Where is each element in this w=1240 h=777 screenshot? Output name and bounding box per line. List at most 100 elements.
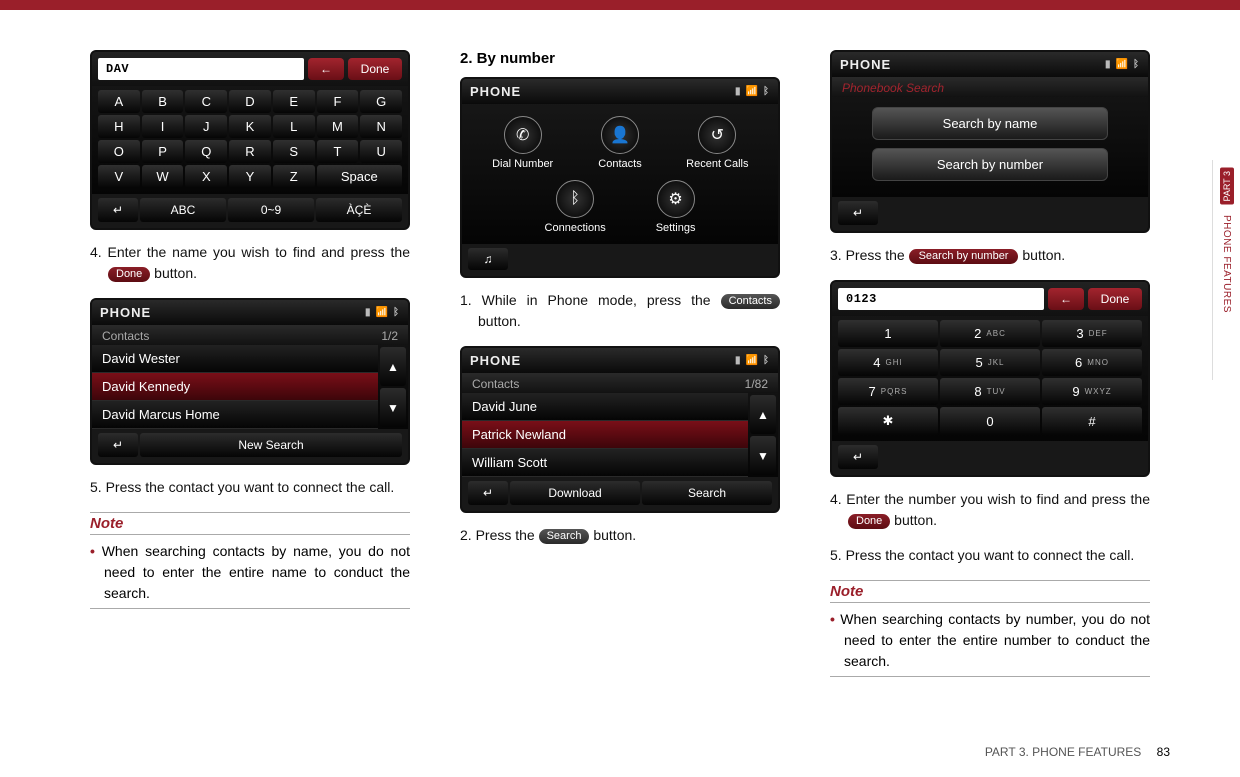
numkey-2[interactable]: 2ABC [940,320,1040,347]
key-w[interactable]: W [142,165,184,188]
key-b[interactable]: B [142,90,184,113]
contacts-subtitle: Contacts [102,329,149,343]
contacts-list-screenshot: PHONE ▮📶ᛒ Contacts 1/82 David JunePatric… [460,346,780,513]
side-tab-part: PART 3 [1220,168,1234,205]
numkey-3[interactable]: 3DEF [1042,320,1142,347]
instruction-step3: 3. Press the Search by number button. [830,245,1150,266]
numkey-5[interactable]: 5JKL [940,349,1040,376]
key-h[interactable]: H [98,115,140,138]
search-label-pill: Search [539,529,590,544]
media-icon[interactable]: ♫ [468,248,508,270]
return-icon[interactable]: ↵ [98,198,138,222]
page-indicator: 1/82 [745,377,768,391]
menu-settings[interactable]: ⚙Settings [656,180,696,234]
numpad-screenshot: 0123 ← Done 12ABC3DEF 4GHI5JKL6MNO 7PQRS8T… [830,280,1150,477]
side-tab-label: PHONE FEATURES [1221,215,1232,313]
search-button[interactable]: Search [642,481,772,505]
key-z[interactable]: Z [273,165,315,188]
key-s[interactable]: S [273,140,315,163]
back-icon[interactable]: ↵ [838,201,878,225]
numkey-6[interactable]: 6MNO [1042,349,1142,376]
accent-button[interactable]: ÀÇÈ [316,198,402,222]
key-v[interactable]: V [98,165,140,188]
column-3: PHONE ▮📶ᛒ Phonebook Search Search by nam… [830,50,1150,677]
numkey-9[interactable]: 9WXYZ [1042,378,1142,405]
key-p[interactable]: P [142,140,184,163]
key-q[interactable]: Q [185,140,227,163]
key-y[interactable]: Y [229,165,271,188]
key-m[interactable]: M [317,115,359,138]
key-k[interactable]: K [229,115,271,138]
numkey-✱[interactable]: ✱ [838,407,938,435]
contact-row[interactable]: David Marcus Home [92,401,378,429]
scroll-up-icon[interactable]: ▲ [380,347,406,386]
instruction-step1: 1. While in Phone mode, press the Contac… [460,290,780,332]
signal-icon: 📶 [376,307,389,318]
key-g[interactable]: G [360,90,402,113]
menu-icon: ✆ [504,116,542,154]
numkey-7[interactable]: 7PQRS [838,378,938,405]
back-icon[interactable]: ↵ [98,433,138,457]
menu-dial-number[interactable]: ✆Dial Number [478,116,567,170]
numrange-button[interactable]: 0~9 [228,198,314,222]
contact-row[interactable]: Patrick Newland [462,421,748,449]
key-u[interactable]: U [360,140,402,163]
download-button[interactable]: Download [510,481,640,505]
menu-connections[interactable]: ᛒConnections [545,180,606,234]
screen-title: PHONE [470,84,521,99]
contact-row[interactable]: David Wester [92,345,378,373]
menu-icon: ⚙ [657,180,695,218]
numkey-8[interactable]: 8TUV [940,378,1040,405]
key-x[interactable]: X [185,165,227,188]
contacts-subtitle: Contacts [472,377,519,391]
screen-title: PHONE [100,305,151,320]
column-2: 2. By number PHONE ▮📶ᛒ ✆Dial Number👤Cont… [460,50,780,677]
scroll-down-icon[interactable]: ▼ [380,388,406,427]
key-space[interactable]: Space [317,165,402,188]
name-search-input[interactable]: DAV [98,58,304,80]
instruction-step4b: 4. Enter the number you wish to find and… [830,489,1150,531]
backspace-button[interactable]: ← [1048,288,1084,310]
key-j[interactable]: J [185,115,227,138]
contact-row[interactable]: David Kennedy [92,373,378,401]
numkey-1[interactable]: 1 [838,320,938,347]
note-text: When searching contacts by number, you d… [830,609,1150,677]
numkey-#[interactable]: # [1042,407,1142,435]
menu-recent-calls[interactable]: ↺Recent Calls [673,116,762,170]
page-footer: PART 3. PHONE FEATURES 83 [985,745,1170,759]
done-button[interactable]: Done [348,58,402,80]
key-f[interactable]: F [317,90,359,113]
key-t[interactable]: T [317,140,359,163]
key-i[interactable]: I [142,115,184,138]
search-by-name-button[interactable]: Search by name [872,107,1108,140]
backspace-button[interactable]: ← [308,58,344,80]
back-icon[interactable]: ↵ [468,481,508,505]
page-indicator: 1/2 [381,329,398,343]
numkey-0[interactable]: 0 [940,407,1040,435]
key-l[interactable]: L [273,115,315,138]
key-n[interactable]: N [360,115,402,138]
number-search-input[interactable]: 0123 [838,288,1044,310]
status-icons: ▮📶ᛒ [365,307,400,318]
key-e[interactable]: E [273,90,315,113]
contact-row[interactable]: William Scott [462,449,748,477]
abc-button[interactable]: ABC [140,198,226,222]
numkey-4[interactable]: 4GHI [838,349,938,376]
key-d[interactable]: D [229,90,271,113]
keyboard-screenshot: DAV ← Done ABCDEFGHIJKLMNOPQRSTUVWXYZSpa… [90,50,410,230]
done-button[interactable]: Done [1088,288,1142,310]
scroll-up-icon[interactable]: ▲ [750,395,776,434]
search-by-number-button[interactable]: Search by number [872,148,1108,181]
back-icon[interactable]: ↵ [838,445,878,469]
phonebook-search-screenshot: PHONE ▮📶ᛒ Phonebook Search Search by nam… [830,50,1150,233]
contact-row[interactable]: David June [462,393,748,421]
key-r[interactable]: R [229,140,271,163]
new-search-button[interactable]: New Search [140,433,402,457]
scroll-down-icon[interactable]: ▼ [750,436,776,475]
key-a[interactable]: A [98,90,140,113]
phone-menu-screenshot: PHONE ▮📶ᛒ ✆Dial Number👤Contacts↺Recent C… [460,77,780,278]
menu-contacts[interactable]: 👤Contacts [575,116,664,170]
key-c[interactable]: C [185,90,227,113]
contacts-results-screenshot: PHONE ▮📶ᛒ Contacts 1/2 David WesterDavid… [90,298,410,465]
key-o[interactable]: O [98,140,140,163]
